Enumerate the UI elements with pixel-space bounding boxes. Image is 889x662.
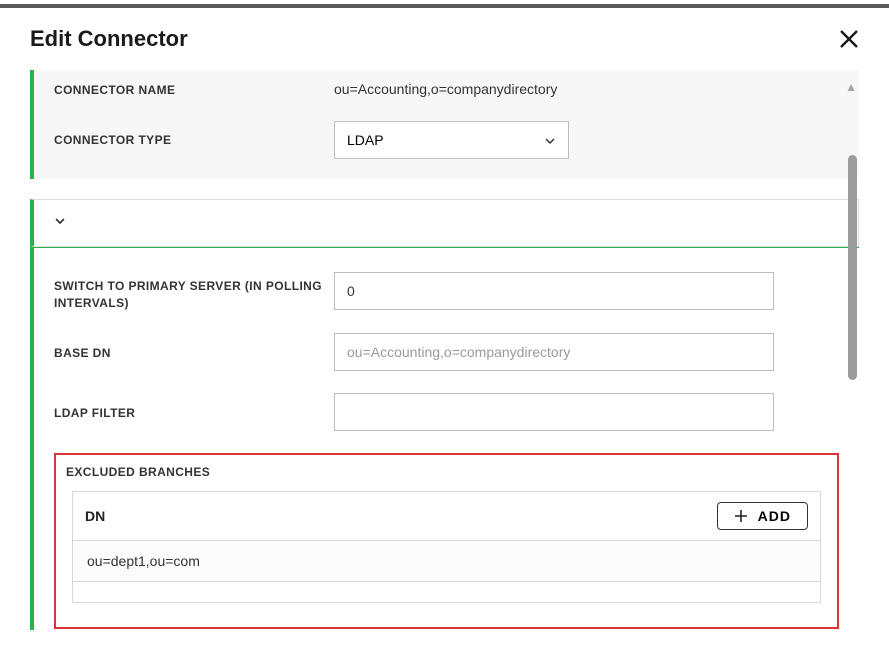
base-dn-input[interactable] <box>334 333 774 371</box>
base-dn-row: BASE DN <box>54 333 839 371</box>
connector-type-row: CONNECTOR TYPE LDAP <box>54 121 839 159</box>
window-top-border <box>0 4 889 8</box>
connector-type-select-wrap: LDAP <box>334 121 569 159</box>
switch-primary-row: SWITCH TO PRIMARY SERVER (IN POLLING INT… <box>54 272 839 312</box>
server-settings-panel: SWITCH TO PRIMARY SERVER (IN POLLING INT… <box>30 247 859 630</box>
connector-name-label: CONNECTOR NAME <box>54 80 334 99</box>
connector-type-label: CONNECTOR TYPE <box>54 130 334 149</box>
switch-primary-input[interactable] <box>334 272 774 310</box>
scrollbar-thumb[interactable] <box>848 155 857 380</box>
excluded-branches-label: EXCLUDED BRANCHES <box>66 465 821 479</box>
dn-cell-value: ou=dept1,ou=com <box>87 553 200 569</box>
scroll-up-icon[interactable]: ▲ <box>845 80 857 94</box>
base-dn-label: BASE DN <box>54 343 334 362</box>
connector-name-value: ou=Accounting,o=companydirectory <box>334 81 839 97</box>
chevron-down-icon <box>54 214 66 231</box>
table-row[interactable]: ou=dept1,ou=com <box>73 541 820 582</box>
table-row-empty <box>73 582 820 602</box>
excluded-branches-table: DN ADD ou=dept1,ou=com <box>72 491 821 603</box>
table-header-row: DN ADD <box>73 492 820 541</box>
dialog-header: Edit Connector <box>0 4 889 70</box>
ldap-filter-row: LDAP FILTER <box>54 393 839 431</box>
connector-type-select[interactable]: LDAP <box>334 121 569 159</box>
connector-name-row: CONNECTOR NAME ou=Accounting,o=companydi… <box>54 80 839 99</box>
ldap-filter-label: LDAP FILTER <box>54 403 334 422</box>
add-button[interactable]: ADD <box>717 502 808 530</box>
ldap-filter-input[interactable] <box>334 393 774 431</box>
connector-info-panel: CONNECTOR NAME ou=Accounting,o=companydi… <box>30 70 859 179</box>
scroll-area: CONNECTOR NAME ou=Accounting,o=companydi… <box>30 70 859 630</box>
excluded-branches-highlight: EXCLUDED BRANCHES DN ADD ou=dept1,ou=com <box>54 453 839 629</box>
add-button-label: ADD <box>758 508 791 524</box>
scrollbar-track[interactable]: ▲ <box>847 70 859 630</box>
close-icon[interactable] <box>839 29 859 49</box>
plus-icon <box>734 509 748 523</box>
dn-column-header: DN <box>85 508 105 524</box>
switch-primary-label: SWITCH TO PRIMARY SERVER (IN POLLING INT… <box>54 272 334 312</box>
section-collapse-header[interactable] <box>30 199 859 247</box>
connector-type-select-value: LDAP <box>347 132 384 148</box>
dialog-title: Edit Connector <box>30 26 188 52</box>
dialog-content: CONNECTOR NAME ou=Accounting,o=companydi… <box>0 70 889 630</box>
chevron-down-icon <box>544 134 556 146</box>
